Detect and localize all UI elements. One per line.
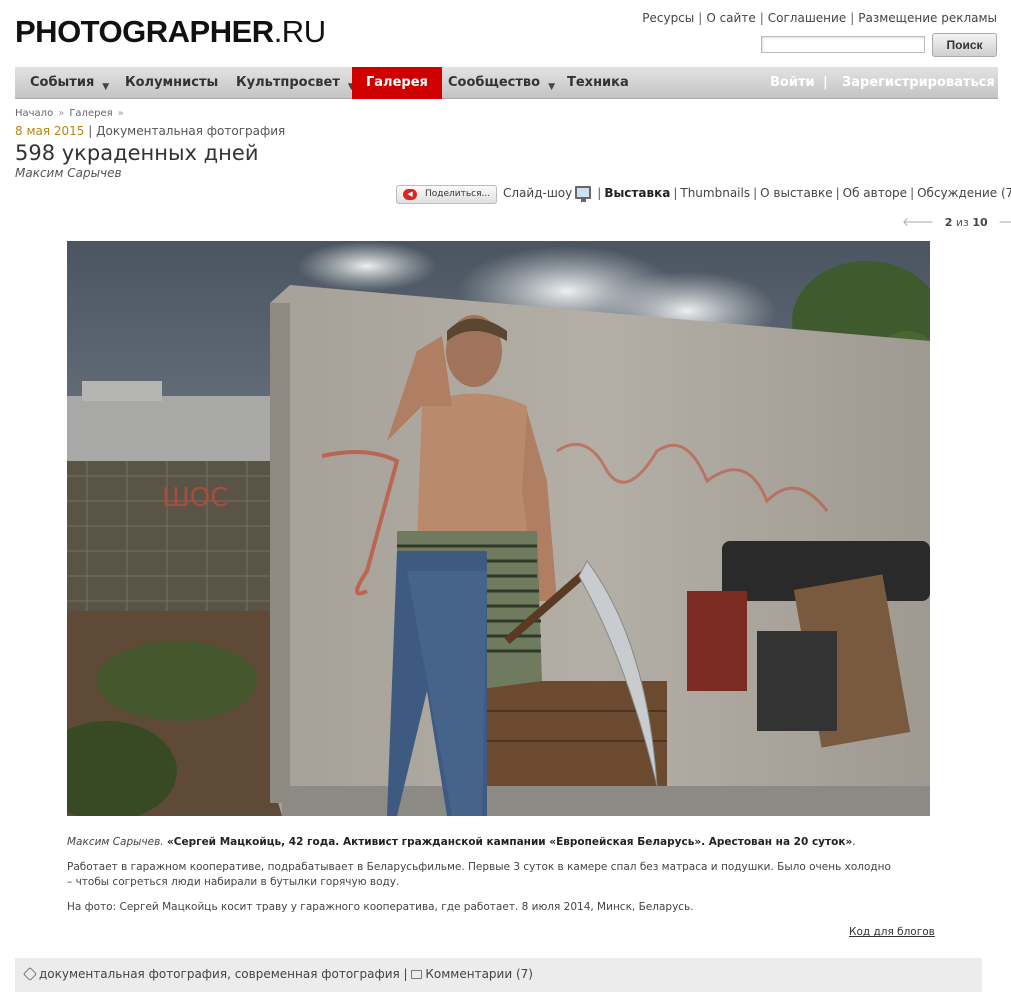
top-link-agreement[interactable]: Соглашение <box>768 11 846 25</box>
caption-paragraph: На фото: Сергей Мацкойць косит траву у г… <box>67 901 694 913</box>
nav-item-community[interactable]: Сообщество ▼ <box>448 67 555 99</box>
nav-item-label: События <box>30 75 95 90</box>
category-link[interactable]: Документальная фотография <box>96 124 285 138</box>
top-link-resources[interactable]: Ресурсы <box>642 11 694 25</box>
separator: | <box>597 186 602 200</box>
main-nav: События▼ Колумнисты Культпросвет▼ Галере… <box>15 67 998 99</box>
nav-item-gallery[interactable]: Галерея <box>352 67 442 99</box>
exhibition-link[interactable]: Выставка <box>604 186 670 200</box>
login-link[interactable]: Войти <box>770 67 815 99</box>
separator: | <box>850 11 855 25</box>
share-icon: ◀ <box>403 189 417 200</box>
chevron-right-icon: » <box>117 108 124 119</box>
pager-total: 10 <box>972 216 988 229</box>
share-button[interactable]: ◀ Поделиться... <box>396 185 497 204</box>
nav-item-culture[interactable]: Культпросвет▼ <box>236 67 355 99</box>
blog-code-link[interactable]: Код для блогов <box>849 926 935 938</box>
about-author-link[interactable]: Об авторе <box>843 186 907 200</box>
chevron-down-icon: ▼ <box>548 82 555 92</box>
nav-item-label: Галерея <box>366 75 428 90</box>
pager-of: из <box>955 216 969 229</box>
tags-links[interactable]: документальная фотография, современная ф… <box>39 967 400 981</box>
nav-item-label: Культпросвет <box>236 75 340 90</box>
arrow-right-icon[interactable]: 🡒 <box>998 215 1011 229</box>
caption-paragraph: Работает в гаражном кооперативе, подраба… <box>67 861 891 888</box>
top-link-advertising[interactable]: Размещение рекламы <box>858 11 997 25</box>
separator: | <box>759 11 764 25</box>
thumbnails-link[interactable]: Thumbnails <box>680 186 750 200</box>
discussion-link[interactable]: Обсуждение (7) <box>917 186 1011 200</box>
breadcrumb-home[interactable]: Начало <box>15 108 53 119</box>
nav-item-label: Колумнисты <box>125 75 219 90</box>
nav-item-columnists[interactable]: Колумнисты <box>125 67 218 99</box>
tags-bar: документальная фотография, современная ф… <box>15 958 982 992</box>
separator: | <box>673 186 678 200</box>
author-name[interactable]: Максим Сарычев <box>15 166 122 180</box>
chevron-right-icon: » <box>58 108 65 119</box>
site-logo[interactable]: PHOTOGRAPHER.RU <box>15 16 326 47</box>
register-link[interactable]: Зарегистрироваться <box>842 67 995 99</box>
nav-item-label: Сообщество <box>448 75 541 90</box>
search-input[interactable] <box>761 36 925 53</box>
svg-text:ШОС: ШОС <box>162 483 228 513</box>
separator: | <box>835 186 840 200</box>
share-label: Поделиться... <box>425 189 491 199</box>
page-title: 598 украденных дней <box>15 141 259 165</box>
caption-author: Максим Сарычев. <box>67 836 164 848</box>
photo-pager: 🡐 2 из 10 🡒 <box>902 214 1011 229</box>
breadcrumb-gallery[interactable]: Галерея <box>69 108 112 119</box>
separator: | <box>910 186 915 200</box>
publish-date: 8 мая 2015 <box>15 124 85 138</box>
monitor-icon[interactable] <box>575 186 592 202</box>
nav-divider: | <box>823 75 828 90</box>
nav-item-label: Техника <box>567 75 629 90</box>
about-exhibition-link[interactable]: О выставке <box>760 186 832 200</box>
pager-current: 2 <box>944 216 953 229</box>
photo-illustration: ШОС <box>67 241 930 816</box>
top-link-about[interactable]: О сайте <box>706 11 755 25</box>
top-links: Ресурсы | О сайте | Соглашение | Размещение ре… <box>642 11 997 25</box>
slideshow-link[interactable]: Слайд-шоу <box>503 186 572 200</box>
nav-item-events[interactable]: События ▼ <box>30 67 109 99</box>
logo-suffix: .RU <box>273 14 326 49</box>
comment-icon <box>411 970 423 979</box>
breadcrumb: Начало » Галерея » <box>15 108 129 119</box>
tag-icon <box>22 966 38 982</box>
arrow-left-icon[interactable]: 🡐 <box>902 215 934 229</box>
caption-title: Максим Сарычев. «Сергей Мацкойць, 42 год… <box>67 836 856 848</box>
nav-item-tech[interactable]: Техника <box>567 67 629 99</box>
separator: | <box>698 11 703 25</box>
dateline: 8 мая 2015 | Документальная фотография <box>15 124 286 138</box>
gallery-photo[interactable]: ШОС <box>67 241 930 816</box>
view-links: Слайд-шоу | Выставка | Thumbnails | О выставке… <box>503 186 1011 202</box>
chevron-down-icon: ▼ <box>102 82 110 92</box>
caption-heading: «Сергей Мацкойць, 42 года. Активист граж… <box>166 836 853 848</box>
comments-link[interactable]: Комментарии (7) <box>425 967 533 981</box>
separator: | <box>753 186 758 200</box>
logo-main: PHOTOGRAPHER <box>15 14 274 49</box>
search-button[interactable]: Поиск <box>932 33 997 57</box>
